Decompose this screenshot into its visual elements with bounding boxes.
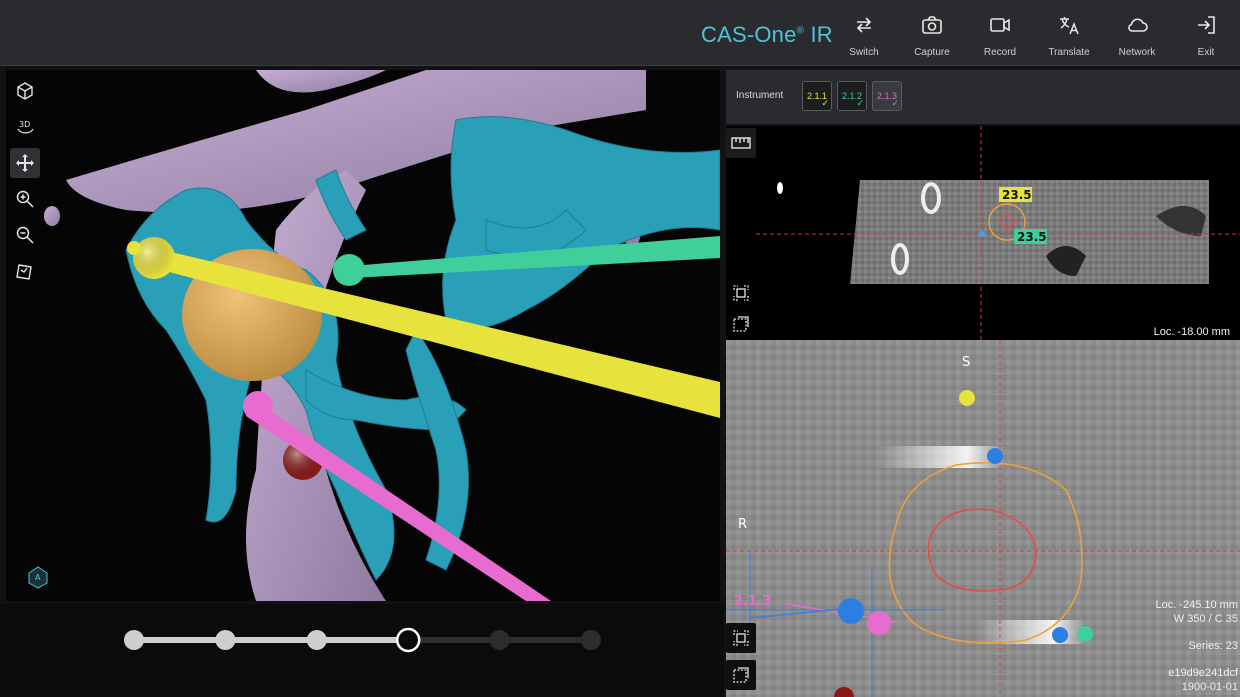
timeline-step-pending[interactable] <box>489 630 510 650</box>
instrument-label: Instrument <box>736 90 784 101</box>
marker-green <box>1077 626 1093 642</box>
translate-label: Translate <box>1048 47 1090 58</box>
marker-blue-bottom <box>1052 627 1068 643</box>
zoom-out-icon <box>16 226 34 244</box>
coronal-expand-button[interactable] <box>726 660 756 690</box>
network-button[interactable]: Network <box>1103 10 1171 58</box>
snapshot-icon <box>16 264 32 280</box>
needle-depth-label-green: 23.5 <box>1017 230 1047 244</box>
switch-arrows-icon <box>856 17 872 33</box>
coronal-location-text: Loc. -245.10 mm <box>1155 599 1238 611</box>
3d-scene[interactable]: A <box>6 70 720 601</box>
instrument-chip-2-1-3[interactable]: 2.1.3 ✓ <box>872 81 902 111</box>
timeline-step-current[interactable] <box>395 627 421 653</box>
check-icon: ✓ <box>856 98 864 108</box>
translate-button[interactable]: Translate <box>1035 10 1103 58</box>
expand-frame-icon <box>733 667 749 683</box>
check-icon: ✓ <box>891 98 899 108</box>
view-tools: 3D <box>10 76 40 292</box>
network-label: Network <box>1118 47 1156 58</box>
marker-pink <box>867 611 891 635</box>
timeline-step-done[interactable] <box>124 630 144 650</box>
record-button[interactable]: Record <box>966 10 1034 58</box>
capture-button[interactable]: Capture <box>898 10 966 58</box>
coronal-info-block: Loc. -245.10 mm W 350 / C 35 Series: 23 … <box>1155 598 1238 694</box>
procedure-timeline <box>0 604 724 697</box>
app-brand: CAS-One® IR <box>701 22 833 47</box>
exit-door-icon <box>1198 16 1215 34</box>
marker-blue-needle <box>838 598 864 624</box>
needle-label-2-1-3: 2.1.3 <box>734 594 771 609</box>
window-level-text: W 350 / C 35 <box>1173 613 1238 625</box>
pan-button[interactable] <box>10 148 40 178</box>
timeline-track[interactable] <box>0 604 724 697</box>
axial-expand-button[interactable] <box>726 309 756 339</box>
study-id-text: e19d9e241dcf <box>1168 667 1238 679</box>
axial-slice-view[interactable]: 23.5 23.5 Loc. -18.00 mm <box>726 126 1240 340</box>
coronal-slice-view[interactable]: 2.1.3 S R Loc. -245.10 mm W 350 / C 35 S… <box>726 340 1240 697</box>
3d-view-button[interactable]: 3D <box>10 112 40 142</box>
instrument-chip-2-1-2[interactable]: 2.1.2 ✓ <box>837 81 867 111</box>
coronal-fit-button[interactable] <box>726 623 756 653</box>
reset-view-button[interactable] <box>10 76 40 106</box>
switch-label: Switch <box>849 47 879 58</box>
fit-frame-icon <box>733 285 749 301</box>
zoom-in-button[interactable] <box>10 184 40 214</box>
video-camera-icon <box>990 18 1010 32</box>
top-bar: CAS-One® IR Switch Capture Record Transl… <box>0 0 1240 66</box>
expand-frame-icon <box>733 316 749 332</box>
check-icon: ✓ <box>821 98 829 108</box>
capture-label: Capture <box>914 47 950 58</box>
exit-label: Exit <box>1197 47 1215 58</box>
instrument-bar: Instrument 2.1.1 ✓ 2.1.2 ✓ 2.1.3 ✓ <box>726 70 1240 124</box>
series-text: Series: 23 <box>1188 640 1238 652</box>
translate-icon <box>1060 17 1079 35</box>
instrument-chip-2-1-1[interactable]: 2.1.1 ✓ <box>802 81 832 111</box>
marker-blue-top <box>987 448 1003 464</box>
timeline-step-pending[interactable] <box>581 630 601 650</box>
orientation-superior: S <box>962 355 970 370</box>
exit-button[interactable]: Exit <box>1172 10 1240 58</box>
cloud-icon <box>1128 18 1148 32</box>
svg-text:3D: 3D <box>19 120 30 129</box>
zoom-out-button[interactable] <box>10 220 40 250</box>
timeline-step-done[interactable] <box>306 630 327 650</box>
record-label: Record <box>983 47 1017 58</box>
axial-image: 23.5 23.5 <box>756 126 1240 340</box>
switch-button[interactable]: Switch <box>830 10 898 58</box>
needle-depth-label-yellow: 23.5 <box>1002 188 1032 202</box>
study-date-text: 1900-01-01 <box>1181 681 1238 693</box>
cube-icon <box>17 82 33 100</box>
svg-text:A: A <box>35 573 41 582</box>
3d-view-panel[interactable]: A 3D <box>6 70 720 601</box>
marker-yellow <box>959 390 975 406</box>
axial-fit-button[interactable] <box>726 278 756 308</box>
measure-button[interactable] <box>726 128 756 158</box>
orientation-cube-icon[interactable]: A <box>28 566 48 589</box>
snapshot-button[interactable] <box>10 256 40 286</box>
zoom-in-icon <box>16 190 34 208</box>
orientation-right: R <box>738 517 747 532</box>
camera-icon <box>922 16 942 34</box>
move-arrows-icon <box>16 154 34 172</box>
3d-rotate-icon: 3D <box>17 120 34 134</box>
timeline-step-done[interactable] <box>215 630 236 650</box>
fit-frame-icon <box>733 630 749 646</box>
axial-location-text: Loc. -18.00 mm <box>1153 326 1230 338</box>
ruler-icon <box>731 137 751 149</box>
